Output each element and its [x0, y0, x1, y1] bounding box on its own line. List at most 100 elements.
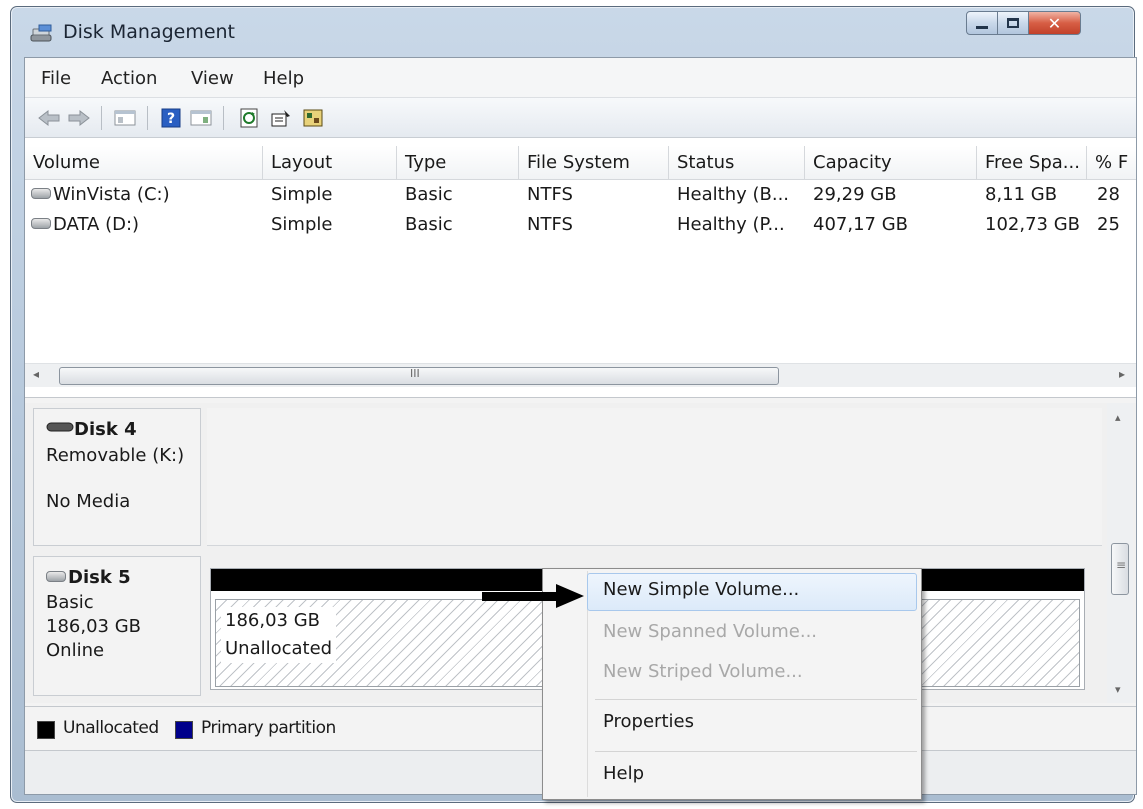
primary-partition-swatch	[175, 721, 193, 739]
menu-help[interactable]: Help	[263, 68, 304, 89]
minimize-button[interactable]	[966, 11, 998, 35]
volume-name: WinVista (C:)	[53, 184, 170, 205]
table-row[interactable]: WinVista (C:) Simple Basic NTFS Healthy …	[25, 182, 1136, 212]
close-button[interactable]: ✕	[1028, 11, 1081, 35]
fs-cell: NTFS	[527, 184, 573, 205]
disk-4-name: Disk 4	[74, 419, 137, 440]
list-header: Volume Layout Type File System Status Ca…	[25, 146, 1136, 180]
status-cell: Healthy (B...	[677, 184, 790, 205]
scroll-grip: III	[410, 367, 420, 380]
disk-4-media: No Media	[46, 491, 131, 512]
legend-primary-partition: Primary partition	[201, 718, 336, 738]
action-pane-icon	[190, 110, 212, 126]
refresh-button[interactable]	[237, 107, 261, 129]
table-row[interactable]: DATA (D:) Simple Basic NTFS Healthy (P..…	[25, 212, 1136, 242]
column-header-layout[interactable]: Layout	[263, 146, 397, 180]
disk-5-state: Online	[46, 640, 105, 661]
properties-icon	[271, 110, 290, 127]
pointer-arrow-icon	[482, 584, 584, 608]
disk-5-name: Disk 5	[68, 567, 131, 588]
capacity-cell: 407,17 GB	[813, 214, 909, 235]
partition-label: Unallocated	[225, 638, 333, 659]
volume-list: Volume Layout Type File System Status Ca…	[25, 138, 1136, 398]
volume-cell: DATA (D:)	[31, 214, 261, 235]
title-bar[interactable]: Disk Management ✕	[11, 7, 1134, 57]
drive-icon	[31, 218, 51, 229]
type-cell: Basic	[405, 214, 453, 235]
menu-action[interactable]: Action	[101, 68, 157, 89]
toolbar-separator	[101, 106, 102, 130]
close-icon: ✕	[1047, 13, 1062, 33]
disk-management-icon	[30, 24, 52, 42]
free-space-cell: 102,73 GB	[985, 214, 1081, 235]
unallocated-swatch	[37, 721, 55, 739]
minimize-icon	[976, 25, 988, 29]
scroll-down-icon[interactable]: ▾	[1115, 683, 1121, 696]
scroll-grip-icon: ≡	[1116, 558, 1127, 572]
disk-4-volume-area	[207, 408, 1102, 546]
menu-item-new-striped-volume: New Striped Volume...	[603, 661, 803, 682]
type-cell: Basic	[405, 184, 453, 205]
disk-wizard-icon	[303, 109, 323, 127]
layout-cell: Simple	[271, 184, 333, 205]
column-header-status[interactable]: Status	[669, 146, 805, 180]
maximize-icon	[1007, 18, 1019, 28]
disk-4-label[interactable]: Disk 4 Removable (K:) No Media	[33, 408, 201, 546]
forward-button[interactable]	[67, 107, 91, 129]
scroll-up-icon[interactable]: ▴	[1115, 411, 1121, 424]
svg-text:?: ?	[167, 111, 175, 127]
scroll-left-icon[interactable]: ◂	[33, 367, 39, 381]
free-space-cell: 8,11 GB	[985, 184, 1058, 205]
refresh-icon	[240, 108, 258, 128]
menu-item-help[interactable]: Help	[603, 763, 644, 784]
horizontal-scrollbar[interactable]: ◂ III ▸	[25, 363, 1136, 387]
volume-name: DATA (D:)	[53, 214, 140, 235]
console-tree-icon	[114, 110, 136, 126]
menu-file[interactable]: File	[41, 68, 71, 89]
percent-free-cell: 28	[1097, 184, 1120, 205]
back-arrow-icon	[38, 109, 60, 127]
disk-icon	[46, 571, 66, 582]
partition-info: 186,03 GB Unallocated	[221, 607, 337, 663]
legend-unallocated: Unallocated	[63, 718, 159, 738]
removable-disk-icon	[46, 422, 74, 432]
toolbar: ?	[25, 98, 1136, 138]
disk-4-type: Removable (K:)	[46, 445, 185, 466]
column-header-volume[interactable]: Volume	[25, 146, 263, 180]
maximize-button[interactable]	[997, 11, 1029, 35]
disk-5-label[interactable]: Disk 5 Basic 186,03 GB Online	[33, 556, 201, 696]
vertical-scrollbar[interactable]: ▴ ≡ ▾	[1107, 403, 1133, 703]
horizontal-scroll-thumb[interactable]: III	[59, 367, 779, 385]
status-cell: Healthy (P...	[677, 214, 785, 235]
toolbar-separator	[147, 106, 148, 130]
drive-icon	[31, 188, 51, 199]
properties-button[interactable]	[269, 107, 293, 129]
forward-arrow-icon	[68, 109, 90, 127]
menu-item-new-simple-volume[interactable]: New Simple Volume...	[603, 579, 799, 600]
back-button[interactable]	[37, 107, 61, 129]
menu-item-properties[interactable]: Properties	[603, 711, 694, 732]
scroll-right-icon[interactable]: ▸	[1119, 367, 1125, 381]
disk-wizard-button[interactable]	[301, 107, 325, 129]
menu-view[interactable]: View	[191, 68, 234, 89]
column-header-free-space[interactable]: Free Spa...	[977, 146, 1087, 180]
menu-separator	[595, 751, 917, 752]
column-header-capacity[interactable]: Capacity	[805, 146, 977, 180]
volume-cell: WinVista (C:)	[31, 184, 261, 205]
capacity-cell: 29,29 GB	[813, 184, 897, 205]
console-tree-button[interactable]	[113, 107, 137, 129]
column-header-file-system[interactable]: File System	[519, 146, 669, 180]
action-pane-button[interactable]	[189, 107, 213, 129]
vertical-scroll-thumb[interactable]: ≡	[1111, 543, 1129, 595]
disk-5-size: 186,03 GB	[46, 616, 142, 637]
menu-item-new-spanned-volume: New Spanned Volume...	[603, 621, 818, 642]
window-title: Disk Management	[63, 21, 236, 43]
toolbar-separator	[223, 106, 224, 130]
partition-size: 186,03 GB	[225, 610, 321, 631]
menu-separator	[595, 699, 917, 700]
help-button[interactable]: ?	[159, 107, 183, 129]
percent-free-cell: 25	[1097, 214, 1120, 235]
column-header-percent-free[interactable]: % F	[1087, 146, 1138, 180]
column-header-type[interactable]: Type	[397, 146, 519, 180]
layout-cell: Simple	[271, 214, 333, 235]
